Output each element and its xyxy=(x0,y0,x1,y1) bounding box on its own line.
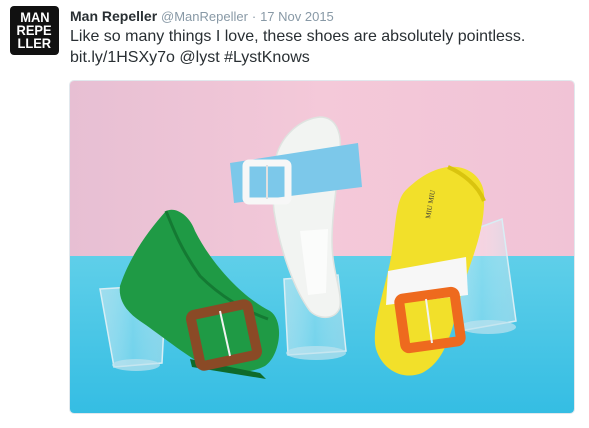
avatar[interactable]: MAN REPE LLER xyxy=(10,6,59,55)
tweet-link[interactable]: bit.ly/1HSXy7o xyxy=(70,49,175,66)
separator: · xyxy=(251,9,257,24)
avatar-line-3: LLER xyxy=(17,35,52,51)
hashtag-link[interactable]: #LystKnows xyxy=(224,49,310,66)
tweet-text-line: Like so many things I love, these shoes … xyxy=(70,28,526,45)
tweet-date[interactable]: 17 Nov 2015 xyxy=(260,9,334,24)
mention-link[interactable]: @lyst xyxy=(179,49,219,66)
tweet-header: Man Repeller @ManRepeller · 17 Nov 2015 xyxy=(70,7,334,26)
tweet-media-image[interactable]: MIU MIU xyxy=(69,80,575,414)
tweet-text: Like so many things I love, these shoes … xyxy=(70,26,570,68)
shoes-photo: MIU MIU xyxy=(70,81,574,413)
user-handle[interactable]: @ManRepeller xyxy=(161,9,248,24)
display-name[interactable]: Man Repeller xyxy=(70,8,157,24)
tweet: MAN REPE LLER Man Repeller @ManRepeller … xyxy=(0,0,589,428)
